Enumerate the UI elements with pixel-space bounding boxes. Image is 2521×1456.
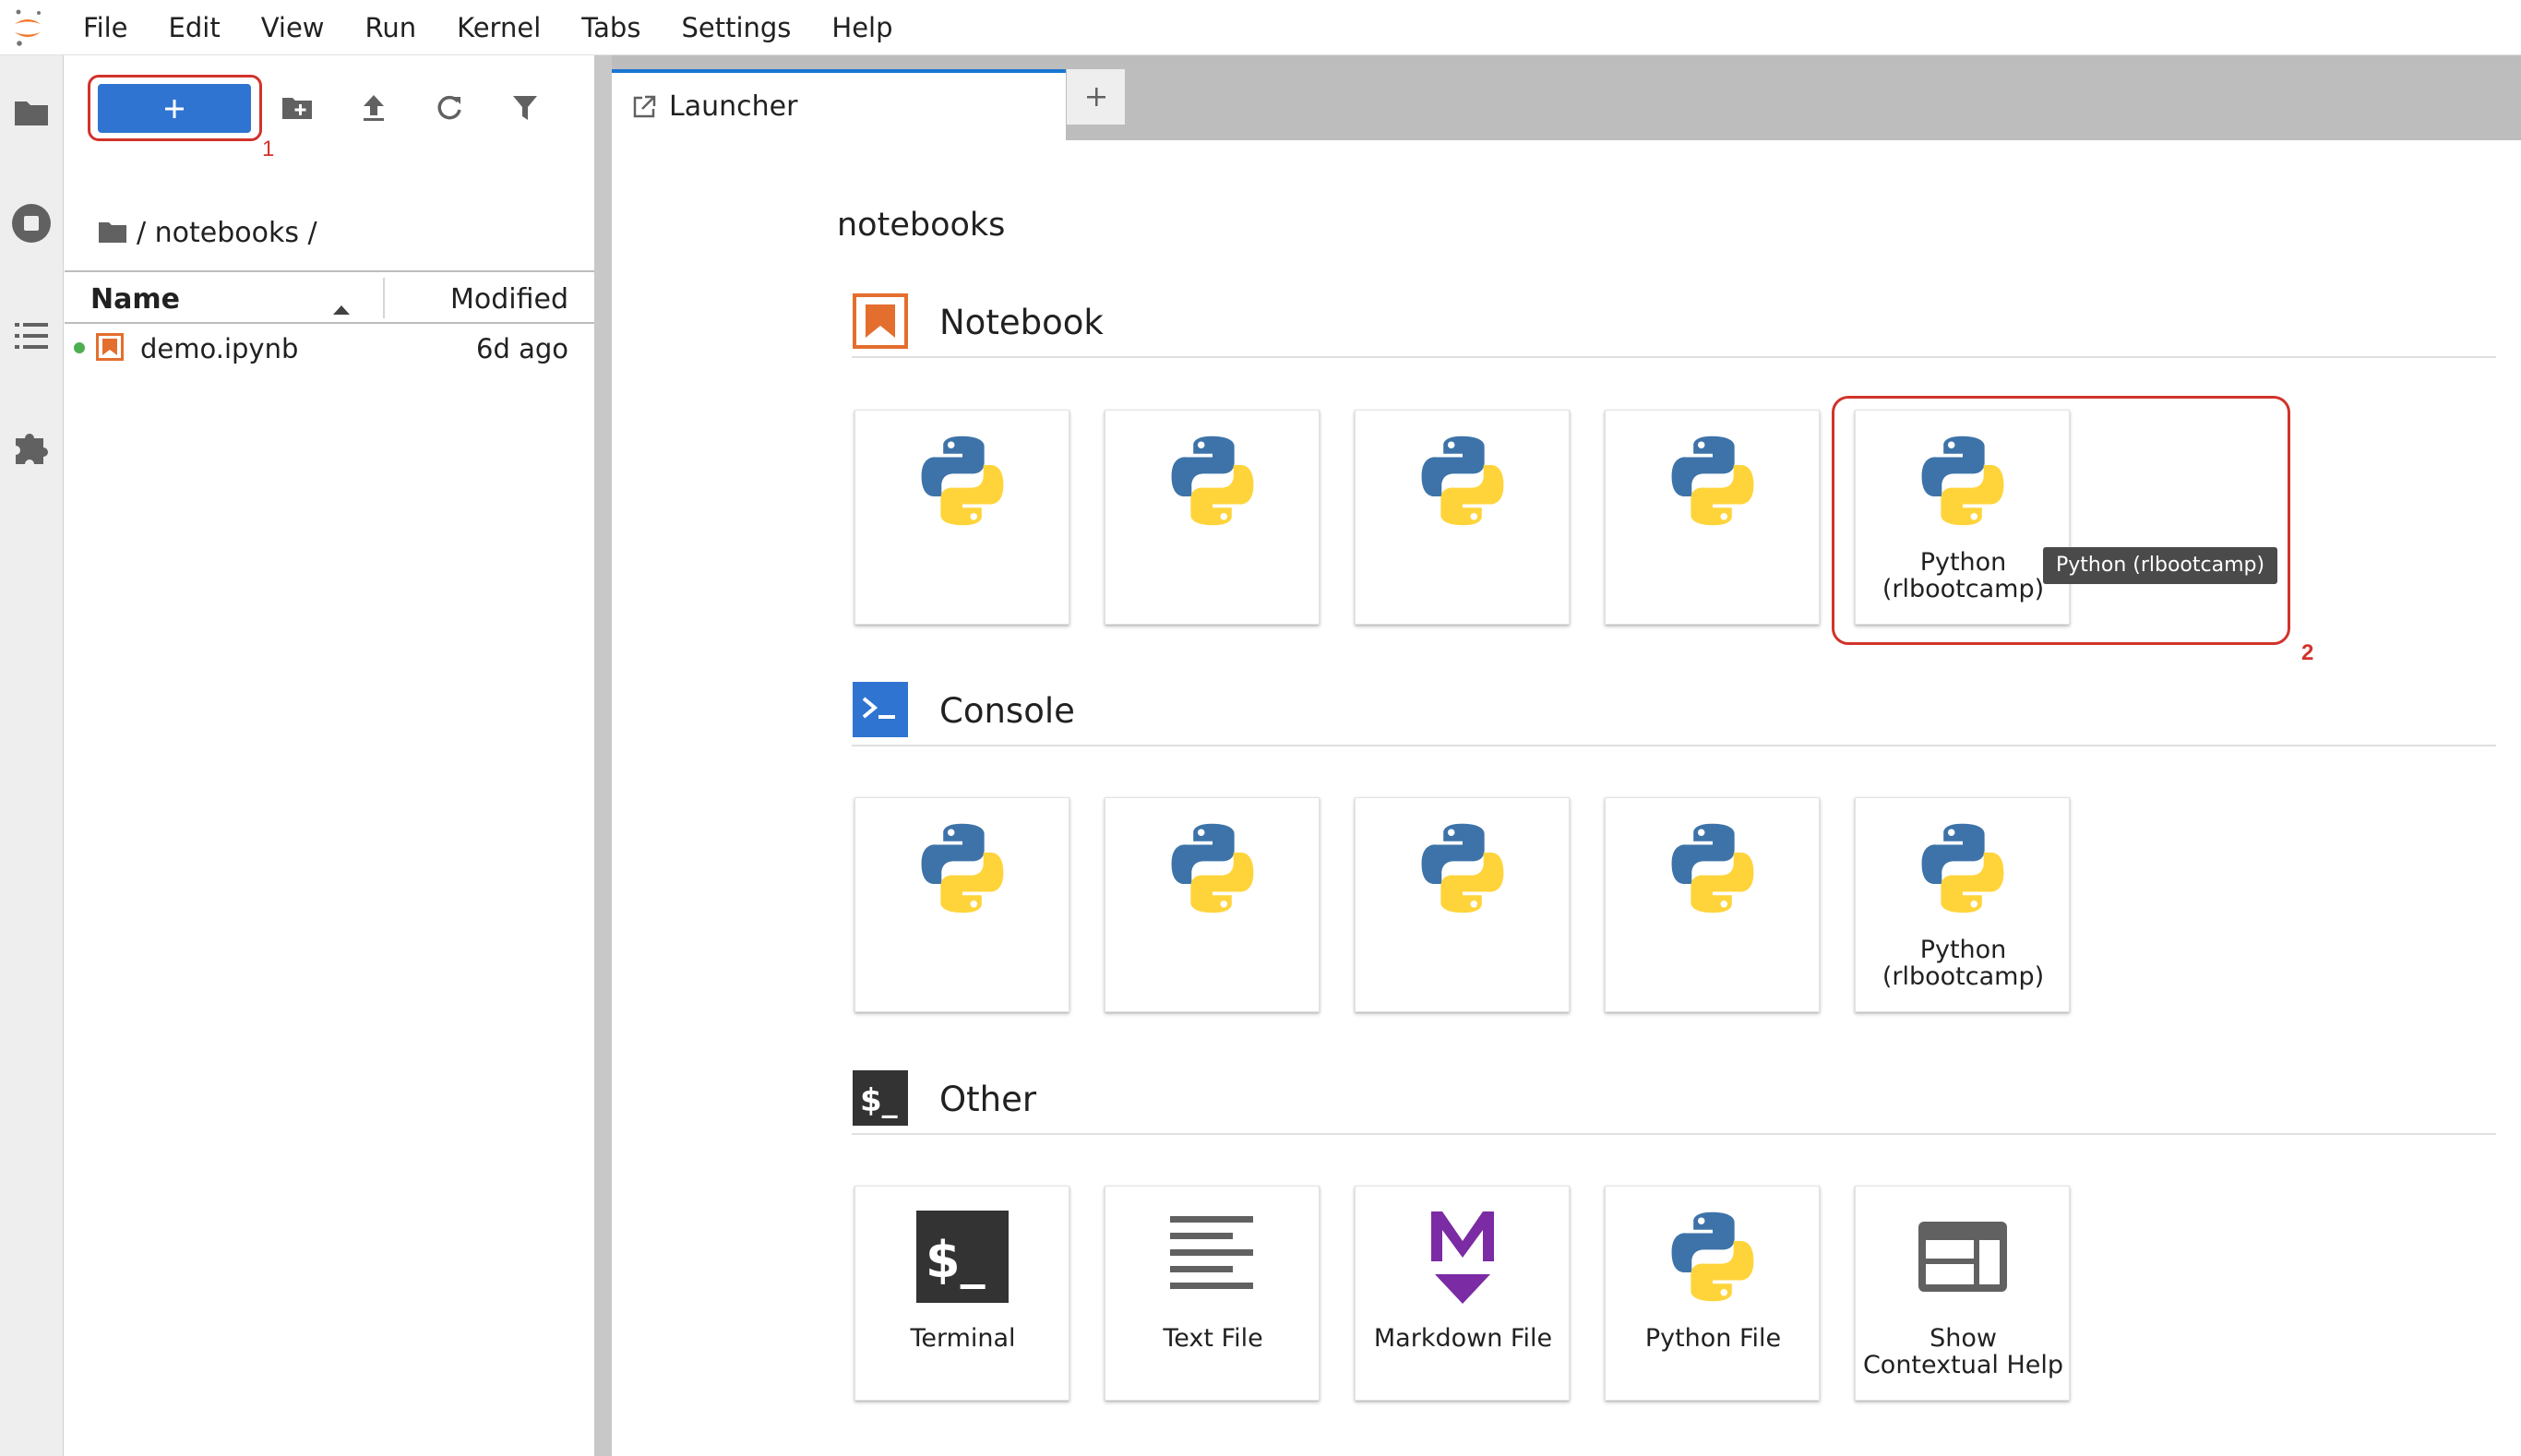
terminal-icon: $_ xyxy=(907,1201,1018,1312)
markdown-icon xyxy=(1407,1201,1518,1312)
card-label: Show Contextual Help xyxy=(1862,1324,2064,1379)
menu-file[interactable]: File xyxy=(55,12,149,43)
python-logo-icon xyxy=(907,425,1018,536)
menu-kernel[interactable]: Kernel xyxy=(436,12,561,43)
python-logo-icon xyxy=(1907,813,2018,924)
annotation-label-1: 1 xyxy=(262,137,275,161)
filter-icon[interactable] xyxy=(500,83,550,133)
tab-bar: Launcher xyxy=(612,55,2521,140)
python-logo-icon xyxy=(1657,1201,1768,1312)
tab-launcher[interactable]: Launcher xyxy=(612,69,1066,140)
notebook-section-header: Notebook xyxy=(852,279,2496,358)
card-label: Text File xyxy=(1163,1324,1263,1353)
breadcrumb: / notebooks / xyxy=(98,212,317,253)
python-logo-icon xyxy=(1157,813,1268,924)
console-kernel-card[interactable] xyxy=(1355,797,1570,1012)
jupyterlab-window: File Edit View Run Kernel Tabs Settings … xyxy=(0,0,2521,1456)
running-stop-icon[interactable] xyxy=(7,199,55,247)
python-logo-icon xyxy=(1657,813,1768,924)
file-row[interactable]: demo.ipynb 6d ago xyxy=(65,324,594,372)
text-file-icon xyxy=(1157,1201,1268,1312)
file-modified: 6d ago xyxy=(476,333,568,364)
menu-edit[interactable]: Edit xyxy=(149,12,241,43)
python-file-card[interactable]: Python File xyxy=(1605,1186,1820,1401)
launcher-cwd: notebooks xyxy=(837,207,1006,244)
card-label: Terminal xyxy=(910,1324,1016,1353)
launcher-panel: notebooks Notebook 2 Python (rlbootcamp)… xyxy=(612,140,2521,1456)
python-logo-icon xyxy=(1157,425,1268,536)
contextual-help-card[interactable]: Show Contextual Help xyxy=(1855,1186,2070,1401)
text-file-card[interactable]: Text File xyxy=(1105,1186,1320,1401)
jupyter-logo-icon xyxy=(0,0,55,55)
console-kernel-card[interactable] xyxy=(1605,797,1820,1012)
notebook-file-icon xyxy=(96,333,124,367)
new-folder-icon[interactable] xyxy=(272,83,322,133)
console-section-title: Console xyxy=(939,691,1075,731)
notebook-kernel-card[interactable] xyxy=(1105,410,1320,625)
panel-splitter[interactable] xyxy=(594,55,612,1456)
card-label: Markdown File xyxy=(1373,1324,1553,1353)
other-section-icon: $_ xyxy=(852,1069,909,1127)
menu-view[interactable]: View xyxy=(241,12,345,43)
refresh-icon[interactable] xyxy=(424,83,474,133)
annotation-box-1 xyxy=(88,75,262,141)
menu-settings[interactable]: Settings xyxy=(661,12,811,43)
file-name: demo.ipynb xyxy=(140,333,299,364)
file-list-header: Name Modified xyxy=(65,270,594,324)
contextual-help-icon xyxy=(1907,1201,2018,1312)
card-label: Python File xyxy=(1644,1324,1782,1353)
sort-ascending-icon[interactable] xyxy=(332,291,351,323)
column-modified-header[interactable]: Modified xyxy=(450,283,568,316)
notebook-kernel-card[interactable] xyxy=(854,410,1069,625)
notebook-rlbootcamp-card[interactable]: Python (rlbootcamp) xyxy=(1855,410,2070,625)
annotation-label-2: 2 xyxy=(2301,640,2314,665)
console-rlbootcamp-card[interactable]: Python (rlbootcamp) xyxy=(1855,797,2070,1012)
notebook-section-title: Notebook xyxy=(939,303,1104,342)
folder-icon[interactable] xyxy=(7,89,55,137)
other-section-header: $_ Other xyxy=(852,1056,2496,1135)
column-divider[interactable] xyxy=(383,278,385,318)
add-tab-button[interactable] xyxy=(1066,69,1125,125)
running-indicator-icon xyxy=(74,342,85,353)
card-label: Python (rlbootcamp) xyxy=(1882,548,2045,603)
console-kernel-card[interactable] xyxy=(854,797,1069,1012)
menu-help[interactable]: Help xyxy=(811,12,913,43)
console-section-header: Console xyxy=(852,667,2496,746)
tooltip: Python (rlbootcamp) xyxy=(2043,547,2278,584)
extension-puzzle-icon[interactable] xyxy=(7,423,55,471)
breadcrumb-home-folder-icon[interactable] xyxy=(98,221,127,245)
terminal-card[interactable]: $_ Terminal xyxy=(854,1186,1069,1401)
table-of-contents-icon[interactable] xyxy=(7,312,55,360)
python-logo-icon xyxy=(1407,425,1518,536)
markdown-file-card[interactable]: Markdown File xyxy=(1355,1186,1570,1401)
menu-bar: File Edit View Run Kernel Tabs Settings … xyxy=(0,0,2521,55)
upload-icon[interactable] xyxy=(349,83,399,133)
breadcrumb-path[interactable]: / notebooks / xyxy=(137,217,317,249)
notebook-kernel-card[interactable] xyxy=(1355,410,1570,625)
column-name-header[interactable]: Name xyxy=(90,283,180,316)
console-kernel-card[interactable] xyxy=(1105,797,1320,1012)
file-browser-panel: 1 / notebooks / Name Modified demo.ipynb… xyxy=(65,55,594,1456)
launcher-tab-icon xyxy=(632,95,656,119)
menu-tabs[interactable]: Tabs xyxy=(561,12,661,43)
card-label: Python (rlbootcamp) xyxy=(1882,936,2045,991)
python-logo-icon xyxy=(1407,813,1518,924)
notebook-kernel-card[interactable] xyxy=(1605,410,1820,625)
console-section-icon xyxy=(852,681,909,738)
other-section-title: Other xyxy=(939,1080,1037,1119)
activity-bar xyxy=(0,55,64,1456)
python-logo-icon xyxy=(907,813,1018,924)
python-logo-icon xyxy=(1657,425,1768,536)
menu-run[interactable]: Run xyxy=(345,12,437,43)
notebook-section-icon xyxy=(852,292,909,350)
svg-text:$_: $_ xyxy=(860,1082,898,1119)
tab-launcher-label: Launcher xyxy=(669,90,798,123)
python-logo-icon xyxy=(1907,425,2018,536)
svg-text:$_: $_ xyxy=(926,1231,986,1289)
file-browser-toolbar: 1 xyxy=(65,55,594,166)
plus-icon xyxy=(1086,88,1105,106)
